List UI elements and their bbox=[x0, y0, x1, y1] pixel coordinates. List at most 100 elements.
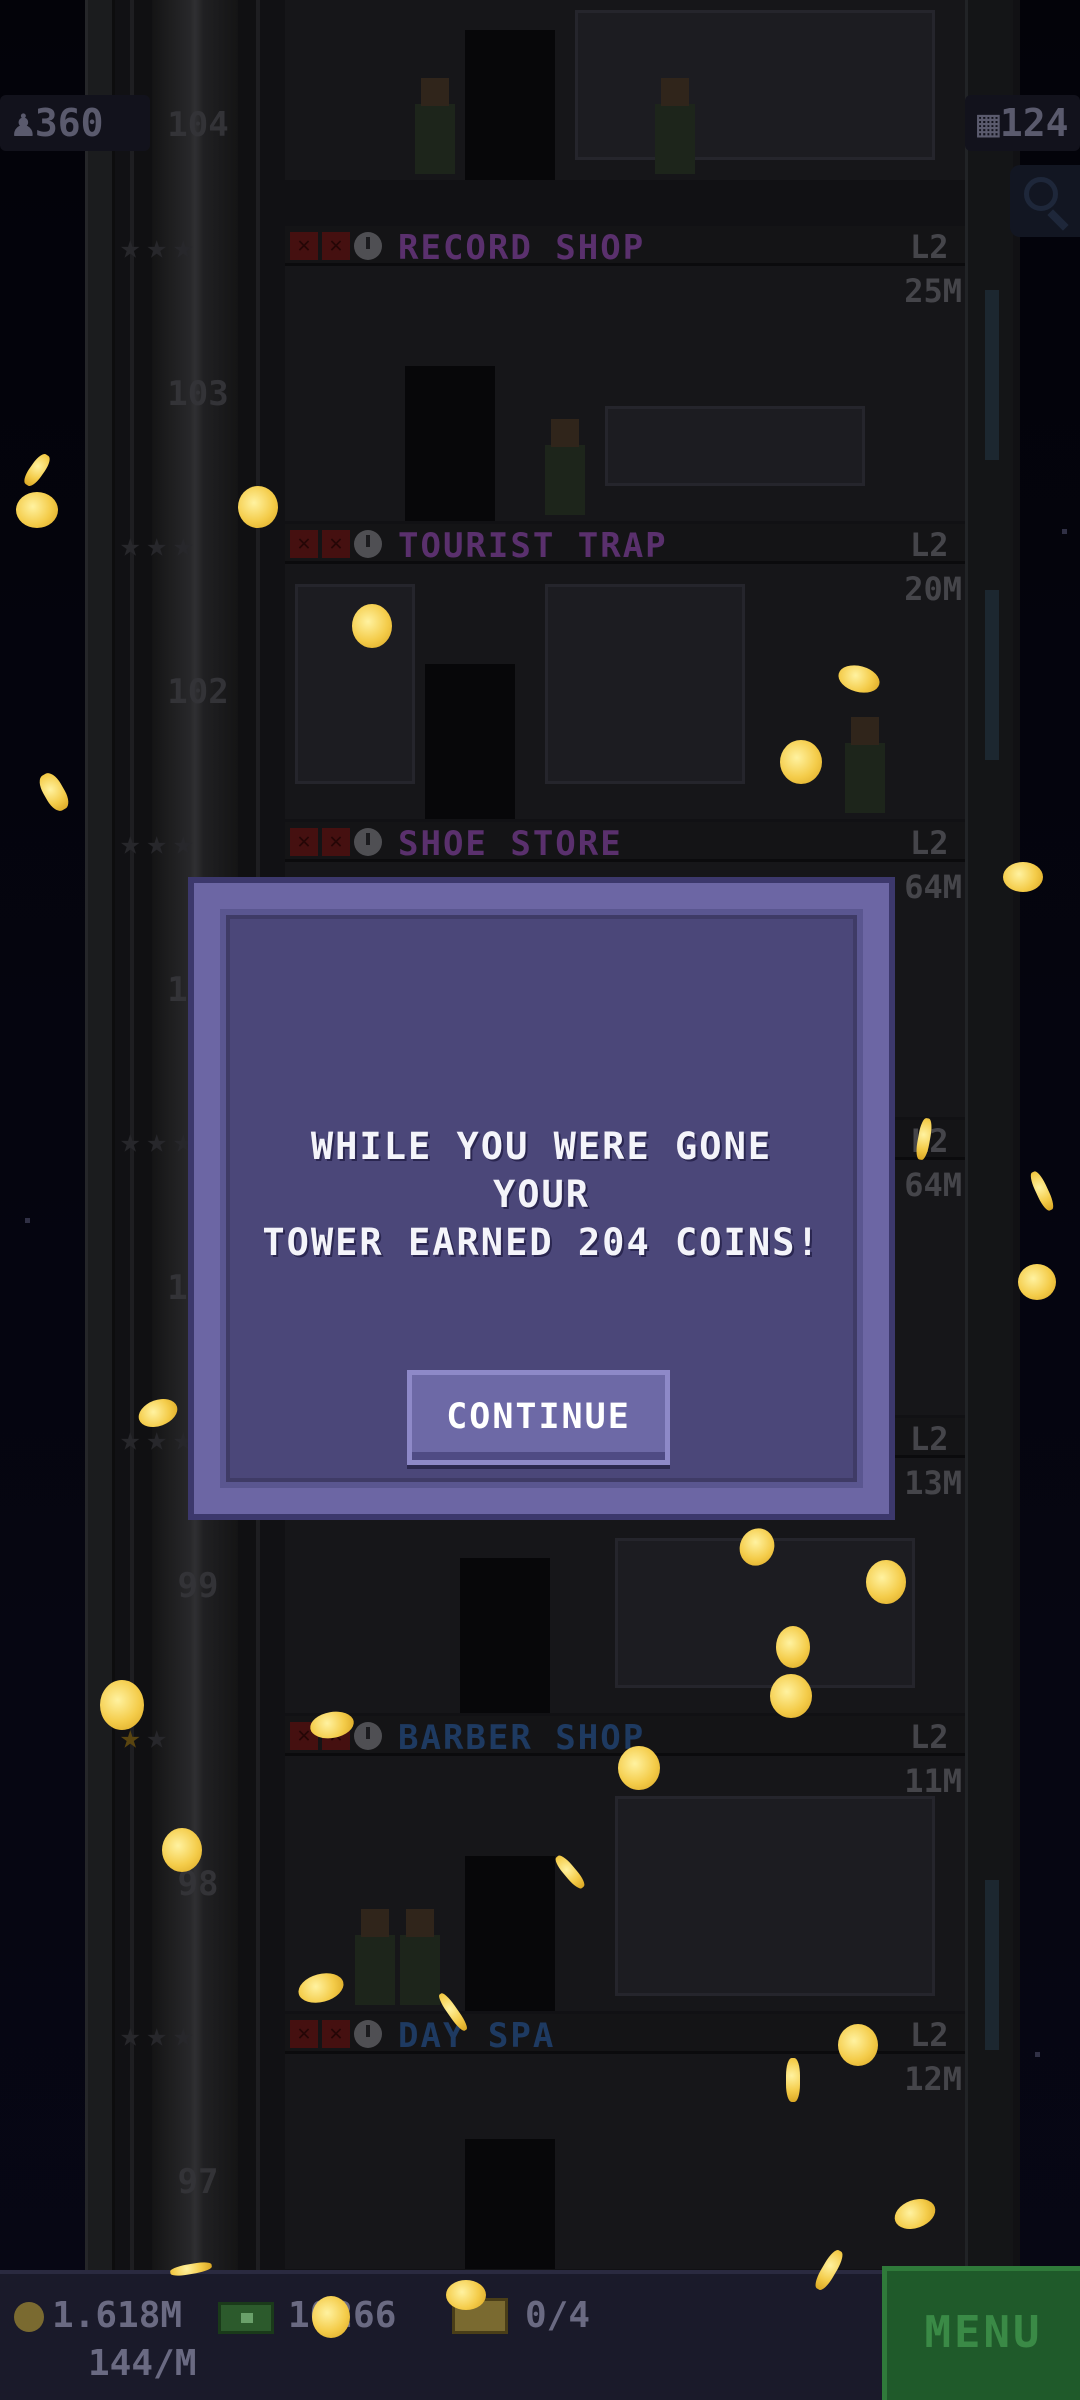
room-door bbox=[425, 664, 515, 819]
room-shelf bbox=[615, 1796, 935, 1996]
dialog-message-line-1: WHILE YOU WERE GONE YOUR bbox=[310, 1125, 773, 1216]
floor-rating: ★ ★ ★ bbox=[120, 230, 193, 264]
room-shelf bbox=[575, 10, 935, 160]
star-icon: ★ bbox=[146, 1121, 167, 1161]
room-shelf bbox=[605, 406, 865, 486]
sold-out-icon: ✕ bbox=[290, 2020, 318, 2048]
star-icon: ★ bbox=[120, 525, 141, 565]
floor-badges: ✕ ✕ bbox=[290, 530, 382, 558]
menu-button[interactable]: MENU bbox=[882, 2266, 1080, 2400]
floor-rating: ★ ★ ★ bbox=[120, 826, 193, 860]
falling-coin bbox=[786, 2058, 800, 2102]
star-icon: ★ bbox=[146, 227, 167, 267]
sold-out-icon: ✕ bbox=[290, 232, 318, 260]
room-door bbox=[465, 30, 555, 180]
sold-out-icon: ✕ bbox=[322, 828, 350, 856]
dialog-message-line-2: TOWER EARNED 204 COINS! bbox=[262, 1221, 821, 1264]
floor-103[interactable]: ★ ★ ★ ✕ ✕ RECORD SHOP L2 25M 103 bbox=[0, 226, 1080, 524]
sold-out-icon: ✕ bbox=[322, 2020, 350, 2048]
falling-coin bbox=[100, 1680, 144, 1730]
clock-icon bbox=[354, 530, 382, 558]
clock-icon bbox=[354, 2020, 382, 2048]
floor-number: 99 bbox=[177, 1566, 219, 1606]
room-visitor bbox=[845, 717, 885, 813]
building-icon: ▦ bbox=[977, 101, 1000, 145]
falling-coin bbox=[780, 740, 822, 784]
continue-button[interactable]: CONTINUE bbox=[407, 1370, 670, 1465]
falling-coin bbox=[1018, 1264, 1056, 1300]
falling-coin bbox=[352, 604, 392, 648]
falling-coin bbox=[238, 486, 278, 528]
floor-level: L2 bbox=[910, 228, 949, 266]
floor-104[interactable]: 104 bbox=[0, 0, 1080, 243]
star-icon: ★ bbox=[120, 823, 141, 863]
falling-coin bbox=[446, 2280, 486, 2310]
dialog-message: WHILE YOU WERE GONE YOUR TOWER EARNED 20… bbox=[226, 1123, 857, 1267]
room-visitor bbox=[545, 419, 585, 515]
coin-balance: 1.618M bbox=[52, 2295, 183, 2336]
sold-out-icon: ✕ bbox=[290, 530, 318, 558]
floor-badges: ✕ ✕ bbox=[290, 232, 382, 260]
floor-name: SHOE STORE bbox=[398, 824, 623, 864]
floor-level: L2 bbox=[910, 824, 949, 862]
floor-level: L2 bbox=[910, 1718, 949, 1756]
room-visitor bbox=[415, 78, 455, 174]
search-icon bbox=[1024, 177, 1058, 211]
star-icon: ★ bbox=[172, 525, 194, 565]
star-icon: ★ bbox=[120, 1121, 141, 1161]
star-icon: ★ bbox=[146, 823, 167, 863]
person-icon: ♟ bbox=[12, 101, 35, 145]
floor-count: 124 bbox=[999, 101, 1069, 145]
floor-room bbox=[285, 2054, 965, 2269]
floor-level: L2 bbox=[910, 2016, 949, 2054]
room-visitor bbox=[400, 1909, 440, 2005]
star-icon: ★ bbox=[120, 2015, 141, 2055]
floor-number: 103 bbox=[167, 374, 229, 414]
floor-name: BARBER SHOP bbox=[398, 1718, 646, 1758]
falling-coin bbox=[618, 1746, 660, 1790]
star-icon: ★ bbox=[172, 2015, 194, 2055]
floor-room bbox=[285, 266, 965, 521]
room-door bbox=[465, 1856, 555, 2011]
population-indicator[interactable]: ♟360 bbox=[0, 95, 150, 151]
floor-cost: 11M bbox=[904, 1762, 962, 1800]
clock-icon bbox=[354, 232, 382, 260]
search-icon-handle bbox=[1047, 209, 1069, 231]
falling-coin bbox=[312, 2296, 350, 2338]
floor-count-indicator[interactable]: ▦124 bbox=[965, 95, 1080, 151]
star-icon: ★ bbox=[146, 525, 167, 565]
floor-name: TOURIST TRAP bbox=[398, 526, 668, 566]
floor-name: RECORD SHOP bbox=[398, 228, 646, 268]
clock-icon bbox=[354, 828, 382, 856]
floor-rating: ★ ★ ★ bbox=[120, 528, 193, 562]
floor-102[interactable]: ★ ★ ★ ✕ ✕ TOURIST TRAP L2 20M 102 bbox=[0, 524, 1080, 822]
population-count: 360 bbox=[34, 101, 104, 145]
search-button[interactable] bbox=[1010, 165, 1080, 237]
floor-level: L2 bbox=[910, 1420, 949, 1458]
floor-badges: ✕ ✕ bbox=[290, 2020, 382, 2048]
falling-coin bbox=[776, 1626, 810, 1668]
falling-coin bbox=[770, 1674, 812, 1718]
falling-coin bbox=[1003, 862, 1043, 892]
floor-room bbox=[285, 1756, 965, 2011]
floor-rating: ★ ★ ★ bbox=[120, 1422, 193, 1456]
floor-98[interactable]: ★ ★ ✕ ✕ BARBER SHOP L2 11M 98 bbox=[0, 1716, 1080, 2014]
falling-coin bbox=[866, 1560, 906, 1604]
room-door bbox=[460, 1558, 550, 1713]
star-icon: ★ bbox=[172, 227, 194, 267]
floor-cost: 25M bbox=[904, 272, 962, 310]
floor-cost: 12M bbox=[904, 2060, 962, 2098]
star-icon: ★ bbox=[146, 2015, 167, 2055]
falling-coin bbox=[838, 2024, 878, 2066]
falling-coin bbox=[16, 492, 58, 528]
floor-rating: ★ ★ ★ bbox=[120, 2018, 193, 2052]
floor-number: 98 bbox=[177, 1864, 219, 1904]
floor-number: 102 bbox=[167, 672, 229, 712]
bux-icon bbox=[218, 2302, 274, 2334]
floor-name: DAY SPA bbox=[398, 2016, 556, 2056]
star-icon: ★ bbox=[120, 1419, 141, 1459]
sold-out-icon: ✕ bbox=[322, 530, 350, 558]
floor-rating: ★ ★ ★ bbox=[120, 1124, 193, 1158]
room-door bbox=[405, 366, 495, 521]
coin-rate: 144/M bbox=[88, 2343, 197, 2384]
